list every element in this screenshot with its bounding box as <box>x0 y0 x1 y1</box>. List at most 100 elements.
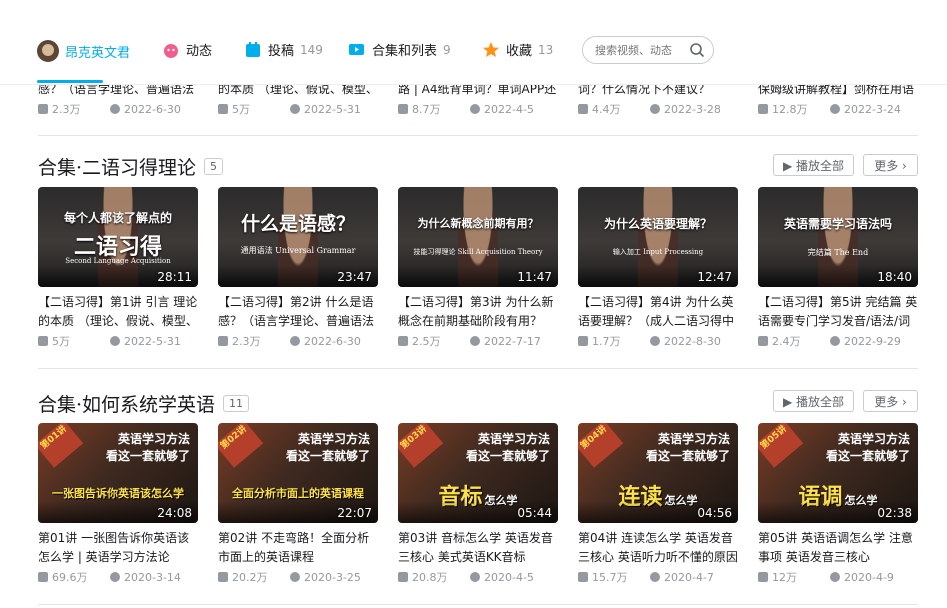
thumb-main-text: 一张图告诉你英语该怎么学 <box>52 487 184 500</box>
thumb-headline: 英语学习方法 看这一套就够了 <box>105 432 190 463</box>
section-divider <box>38 604 918 605</box>
publish-date: 2020-4-9 <box>844 570 894 584</box>
section-count: 11 <box>223 395 250 412</box>
nav-home-label: 昂克英文君 <box>65 45 131 61</box>
video-duration: 12:47 <box>697 270 732 284</box>
publish-date: 2022-8-30 <box>664 334 721 348</box>
video-thumbnail[interactable]: 为什么英语要理解？ 输入加工 Input Processing 12:47 <box>578 187 738 287</box>
video-title[interactable]: 【二语习得】第2讲 什么是语感？（语言学理论、普遍语法 <box>218 293 378 331</box>
clock-icon <box>290 336 300 346</box>
video-card[interactable]: 第05讲 英语学习方法看这一套就够了 语调怎么学 02:38 第05讲 英语语调… <box>758 423 918 585</box>
video-duration: 11:47 <box>517 270 552 284</box>
clock-icon <box>290 572 300 582</box>
video-title[interactable]: 第01讲 一张图告诉你英语该怎么学 | 英语学习方法论 <box>38 529 198 567</box>
video-card[interactable]: 路 | A4纸背单词？单词APP还 8.7万 2022-4-5 <box>398 80 558 117</box>
section-title[interactable]: 合集·如何系统学英语 <box>38 390 215 417</box>
nav-home[interactable]: 昂克英文君 <box>37 40 130 62</box>
video-thumbnail[interactable]: 英语需要学习语法吗 完结篇 The End 18:40 <box>758 187 918 287</box>
publish-date: 2022-3-28 <box>664 102 721 116</box>
thumb-main-text: 英语需要学习语法吗 <box>783 217 892 231</box>
more-button[interactable]: 更多 › <box>863 154 918 176</box>
play-count-icon <box>38 104 48 114</box>
episode-badge: 第05讲 <box>758 423 804 468</box>
publish-date: 2022-6-30 <box>124 102 181 116</box>
video-thumbnail[interactable]: 第01讲 英语学习方法 看这一套就够了 一张图告诉你英语该怎么学 24:08 <box>38 423 198 523</box>
video-card[interactable]: 词？什么情况下不建议？ 4.4万 2022-3-28 <box>578 80 738 117</box>
video-thumbnail[interactable]: 第05讲 英语学习方法看这一套就够了 语调怎么学 02:38 <box>758 423 918 523</box>
video-thumbnail[interactable]: 第02讲 英语学习方法 看这一套就够了 全面分析市面上的英语课程 22:07 <box>218 423 378 523</box>
view-count: 1.7万 <box>592 335 621 348</box>
video-title[interactable]: 第02讲 不走弯路！全面分析市面上的英语课程 <box>218 529 378 567</box>
thumb-subtitle: 输入加工 Input Processing <box>612 248 704 256</box>
section-header: 合集·如何系统学英语 11 <box>38 390 250 417</box>
play-count-icon <box>398 104 408 114</box>
video-thumbnail[interactable]: 为什么新概念前期有用？ 技能习得理论 Skill Acquisition The… <box>398 187 558 287</box>
more-button[interactable]: 更多 › <box>863 390 918 412</box>
video-duration: 22:07 <box>337 506 372 520</box>
nav-dynamic[interactable]: 动态 <box>162 40 212 59</box>
video-card[interactable]: 第01讲 英语学习方法 看这一套就够了 一张图告诉你英语该怎么学 24:08 第0… <box>38 423 198 585</box>
video-card[interactable]: 感？（语言学理论、普遍语法 2.3万 2022-6-30 <box>38 80 198 117</box>
thumb-subtitle: 完结篇 The End <box>807 248 869 257</box>
video-title[interactable]: 第05讲 英语语调怎么学 注意事项 英语发音三核心 <box>758 529 918 567</box>
video-thumbnail[interactable]: 什么是语感？ 通用语法 Universal Grammar 23:47 <box>218 187 378 287</box>
nav-collections-count: 9 <box>443 42 451 57</box>
clock-icon <box>650 572 660 582</box>
publish-date: 2022-3-24 <box>844 102 901 116</box>
video-duration: 23:47 <box>337 270 372 284</box>
video-thumbnail[interactable]: 第04讲 英语学习方法看这一套就够了 连读怎么学 04:56 <box>578 423 738 523</box>
video-thumbnail[interactable]: 第03讲 英语学习方法看这一套就够了 音标怎么学 05:44 <box>398 423 558 523</box>
nav-uploads[interactable]: 投稿 149 <box>244 40 323 59</box>
thumb-subtitle: 通用语法 Universal Grammar <box>240 246 356 255</box>
video-card[interactable]: 什么是语感？ 通用语法 Universal Grammar 23:47 【二语习… <box>218 187 378 349</box>
search-input[interactable] <box>593 42 689 58</box>
view-count: 2.3万 <box>52 103 81 116</box>
clock-icon <box>110 104 120 114</box>
thumb-main-text: 为什么英语要理解？ <box>603 217 712 231</box>
publish-date: 2020-4-5 <box>484 570 534 584</box>
section-count: 5 <box>204 158 224 175</box>
view-count: 12.8万 <box>772 103 808 116</box>
video-card[interactable]: 第03讲 英语学习方法看这一套就够了 音标怎么学 05:44 第03讲 音标怎么… <box>398 423 558 585</box>
video-card[interactable]: 为什么英语要理解？ 输入加工 Input Processing 12:47 【二… <box>578 187 738 349</box>
video-duration: 18:40 <box>877 270 912 284</box>
thumb-subtitle: 技能习得理论 Skill Acquisition Theory <box>413 248 543 256</box>
publish-date: 2022-9-29 <box>844 334 901 348</box>
episode-badge: 第03讲 <box>398 423 444 468</box>
video-title[interactable]: 【二语习得】第5讲 完结篇 英语需要专门学习发音/语法/词 <box>758 293 918 331</box>
play-all-button[interactable]: ▶ 播放全部 <box>773 154 854 176</box>
video-card[interactable]: 为什么新概念前期有用？ 技能习得理论 Skill Acquisition The… <box>398 187 558 349</box>
video-card[interactable]: 第02讲 英语学习方法 看这一套就够了 全面分析市面上的英语课程 22:07 第0… <box>218 423 378 585</box>
video-title[interactable]: 【二语习得】第1讲 引言 理论的本质 （理论、假说、模型、 <box>38 293 198 331</box>
active-tab-indicator <box>37 80 103 83</box>
video-title[interactable]: 第03讲 音标怎么学 英语发音三核心 美式英语KK音标 <box>398 529 558 567</box>
video-card[interactable]: 英语需要学习语法吗 完结篇 The End 18:40 【二语习得】第5讲 完结… <box>758 187 918 349</box>
search-box[interactable] <box>582 36 714 64</box>
episode-badge: 第04讲 <box>578 423 624 468</box>
video-card[interactable]: 的本质 （理论、假说、模型、 5万 2022-5-31 <box>218 80 378 117</box>
clock-icon <box>470 336 480 346</box>
video-card[interactable]: 每个人都该了解点的 二语习得 Second Language Acquisiti… <box>38 187 198 349</box>
publish-date: 2020-3-14 <box>124 570 181 584</box>
play-count-icon <box>758 572 768 582</box>
video-upload-icon <box>246 41 260 57</box>
video-card[interactable]: 第04讲 英语学习方法看这一套就够了 连读怎么学 04:56 第04讲 连读怎么… <box>578 423 738 585</box>
thumb-headline: 英语学习方法 看这一套就够了 <box>285 432 370 463</box>
clock-icon <box>830 572 840 582</box>
play-count-icon <box>758 336 768 346</box>
video-title[interactable]: 【二语习得】第4讲 为什么英语要理解？（成人二语习得中 <box>578 293 738 331</box>
section-title[interactable]: 合集·二语习得理论 <box>38 153 196 180</box>
video-title[interactable]: 【二语习得】第3讲 为什么新概念在前期基础阶段有用？ <box>398 293 558 331</box>
nav-favorites-label: 收藏 <box>506 44 533 59</box>
video-card[interactable]: 保姆级讲解教程】剑桥在用语 12.8万 2022-3-24 <box>758 80 918 117</box>
search-icon[interactable] <box>689 42 705 58</box>
play-count-icon <box>398 336 408 346</box>
nav-favorites[interactable]: 收藏 13 <box>482 40 553 59</box>
nav-collections[interactable]: 合集和列表 9 <box>348 40 451 59</box>
clock-icon <box>110 336 120 346</box>
view-count: 2.3万 <box>232 335 261 348</box>
play-all-button[interactable]: ▶ 播放全部 <box>773 390 854 412</box>
video-thumbnail[interactable]: 每个人都该了解点的 二语习得 Second Language Acquisiti… <box>38 187 198 287</box>
video-title[interactable]: 第04讲 连读怎么学 英语发音三核心 英语听力听不懂的原因 <box>578 529 738 567</box>
publish-date: 2022-7-17 <box>484 334 541 348</box>
